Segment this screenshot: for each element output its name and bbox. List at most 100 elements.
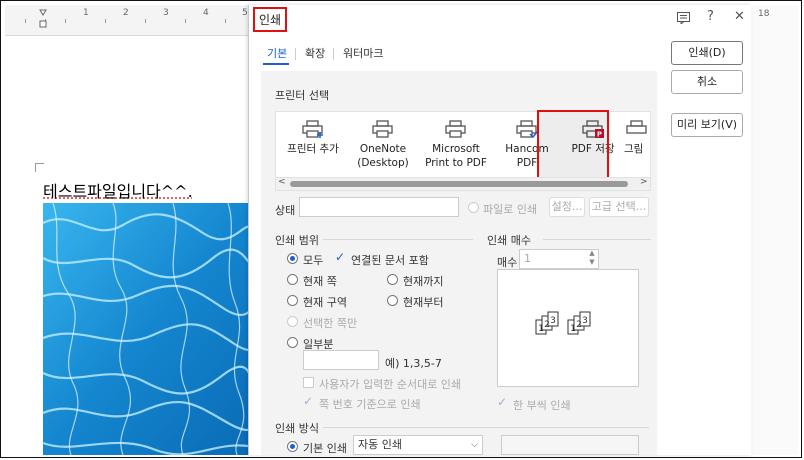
- dialog-titlebar[interactable]: 인쇄 ? ✕: [249, 5, 751, 32]
- collate-checkbox[interactable]: ✓: [497, 395, 507, 409]
- printer-label: 그림: [624, 143, 644, 155]
- printer-icon: [372, 120, 393, 138]
- printer-label-line2: Print to PDF: [425, 157, 487, 169]
- include-linked-label: 연결된 문서 포함: [351, 254, 429, 267]
- ruler-number: 18: [758, 9, 770, 19]
- printer-check-icon: [516, 120, 538, 138]
- document-page: 1 2 3 4 5 테스트파일입니다^^.: [5, 5, 250, 455]
- user-order-label: 사용자가 입력한 순서대로 인쇄: [319, 378, 462, 391]
- page-number-based-checkbox[interactable]: ✓: [303, 394, 313, 408]
- printer-list-scrollbar[interactable]: < >: [275, 177, 651, 191]
- range-up-to-current-label: 현재까지: [403, 275, 444, 288]
- print-mode-value: 자동 인쇄: [358, 438, 402, 451]
- user-order-checkbox[interactable]: [303, 377, 314, 388]
- printer-item-add[interactable]: 프린터 추가: [278, 112, 348, 156]
- printer-add-icon: [302, 120, 323, 138]
- range-current-section-label: 현재 구역: [303, 296, 347, 309]
- tab-divider: [295, 48, 296, 60]
- print-button[interactable]: 인쇄(D): [671, 41, 743, 65]
- range-selection-label: 선택한 쪽만: [303, 317, 358, 330]
- settings-button[interactable]: 설정...: [549, 197, 585, 217]
- svg-text:2: 2: [576, 320, 582, 330]
- page-number-based-label: 쪽 번호 기준으로 인쇄: [319, 398, 421, 411]
- dialog-title: 인쇄: [253, 7, 288, 32]
- page-range-input[interactable]: [303, 350, 379, 370]
- printer-label: OneNote: [359, 143, 407, 155]
- horizontal-ruler: 1 2 3 4 5: [5, 5, 250, 36]
- question-icon[interactable]: ?: [707, 9, 714, 24]
- printer-item-ms-pdf[interactable]: Microsoft Print to PDF: [418, 112, 494, 170]
- print-dialog: 인쇄 ? ✕ 기본 확장 워터마크 프린터 선택 프린터 추가 OneNote …: [248, 5, 751, 455]
- print-range-heading: 인쇄 범위: [275, 234, 319, 247]
- tab-watermark[interactable]: 워터마크: [343, 45, 383, 61]
- include-linked-checkbox[interactable]: ✓: [335, 250, 345, 264]
- print-to-file-label: 파일로 인쇄: [483, 203, 538, 216]
- svg-text:1: 1: [538, 324, 544, 334]
- range-up-to-current-radio[interactable]: [387, 274, 398, 285]
- range-from-current-radio[interactable]: [387, 295, 398, 306]
- chevron-down-icon: ⌵: [471, 440, 478, 450]
- method-option-field: [501, 435, 639, 455]
- printer-icon: [626, 120, 647, 134]
- printer-label: 프린터 추가: [287, 143, 339, 155]
- printer-icon: [445, 120, 466, 138]
- scrollbar-thumb[interactable]: [290, 181, 628, 187]
- section-divider: [543, 239, 651, 240]
- indent-marker-icon[interactable]: [39, 9, 47, 29]
- range-all-label: 모두: [303, 254, 324, 267]
- ruler-number: 1: [83, 8, 89, 18]
- collate-label: 한 부씩 인쇄: [513, 399, 571, 412]
- print-mode-select[interactable]: 자동 인쇄 ⌵: [353, 435, 483, 455]
- range-current-page-label: 현재 쪽: [303, 275, 337, 288]
- svg-text:1: 1: [570, 324, 576, 334]
- selected-printer-highlight: [537, 110, 609, 182]
- margin-corner-marker: [35, 163, 44, 172]
- copies-spinner[interactable]: ▲ ▼: [585, 249, 599, 269]
- collate-pages-icon: 123 123: [535, 311, 591, 335]
- scroll-right-icon[interactable]: >: [640, 177, 648, 187]
- svg-text:3: 3: [550, 316, 556, 326]
- range-some-pages-radio[interactable]: [287, 337, 298, 348]
- status-label: 상태: [275, 204, 296, 217]
- preview-button[interactable]: 미리 보기(V): [671, 113, 743, 137]
- svg-text:3: 3: [582, 316, 588, 326]
- basic-tab-panel: 프린터 선택 프린터 추가 OneNote (Desktop) Microsof…: [261, 71, 657, 455]
- print-to-file-checkbox[interactable]: [468, 202, 479, 213]
- section-divider: [323, 239, 473, 240]
- collate-preview: 123 123: [497, 269, 639, 387]
- status-field: [299, 197, 459, 217]
- range-from-current-label: 현재부터: [403, 296, 444, 309]
- scroll-left-icon[interactable]: <: [278, 177, 286, 187]
- close-icon[interactable]: ✕: [734, 9, 745, 24]
- active-tab-indicator: [263, 63, 289, 65]
- printer-label: Microsoft: [432, 143, 480, 155]
- basic-print-label: 기본 인쇄: [303, 442, 347, 455]
- tab-basic[interactable]: 기본: [267, 45, 287, 61]
- print-method-heading: 인쇄 방식: [275, 422, 319, 435]
- copies-heading: 인쇄 매수: [487, 234, 531, 247]
- cancel-button[interactable]: 취소: [671, 70, 743, 94]
- range-all-radio[interactable]: [287, 253, 298, 264]
- ruler-number: 3: [163, 8, 169, 18]
- ruler-number: 5: [242, 8, 248, 18]
- pool-water-image[interactable]: [43, 203, 250, 455]
- printer-item-onenote[interactable]: OneNote (Desktop): [348, 112, 418, 170]
- help-box-icon[interactable]: [677, 12, 690, 24]
- range-current-section-radio[interactable]: [287, 295, 298, 306]
- tab-extended[interactable]: 확장: [305, 45, 325, 61]
- ruler-number: 4: [203, 8, 209, 18]
- basic-print-radio[interactable]: [287, 441, 298, 452]
- printer-item-image[interactable]: 그림: [624, 112, 650, 156]
- range-current-page-radio[interactable]: [287, 274, 298, 285]
- tab-divider: [333, 48, 334, 60]
- range-selection-radio[interactable]: [287, 316, 298, 327]
- document-right-area: 18: [752, 5, 798, 455]
- page-range-example: 예) 1,3,5-7: [385, 357, 442, 370]
- section-divider: [323, 427, 649, 428]
- printer-label-line2: (Desktop): [357, 157, 409, 169]
- document-text[interactable]: 테스트파일입니다^^.: [43, 178, 193, 202]
- svg-text:2: 2: [544, 320, 550, 330]
- copies-label: 매수: [497, 256, 518, 269]
- advanced-select-button[interactable]: 고급 선택...: [589, 197, 649, 217]
- printer-section-heading: 프린터 선택: [275, 89, 330, 102]
